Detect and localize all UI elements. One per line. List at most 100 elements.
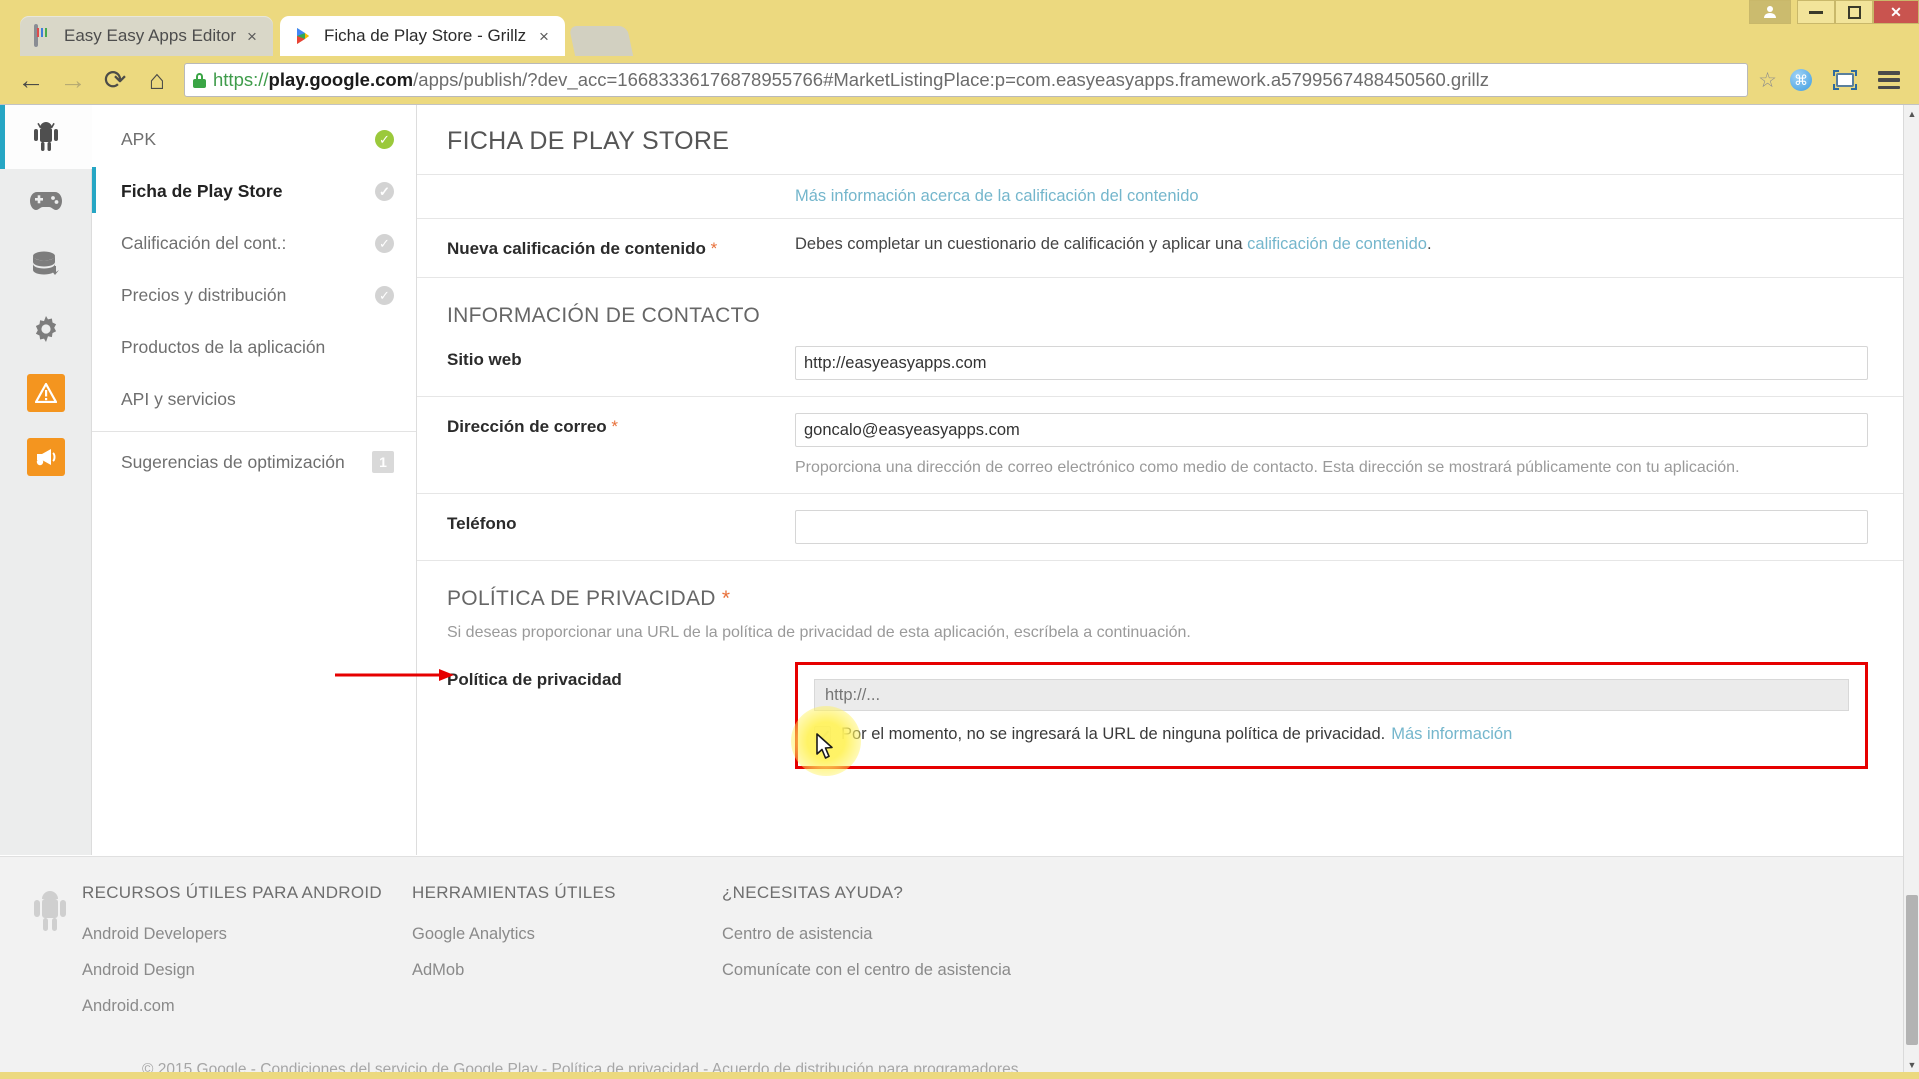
tab-title: Ficha de Play Store - Grillz [324, 26, 527, 45]
footer-link[interactable]: Android.com [82, 997, 412, 1016]
sidebar-item-label: Ficha de Play Store [121, 180, 283, 201]
label-text: Nueva calificación de contenido [447, 239, 706, 258]
forward-button[interactable]: → [52, 60, 94, 100]
privacy-description: Si deseas proporcionar una URL de la pol… [447, 624, 1191, 642]
page-scrollbar[interactable]: ▲ ▼ [1903, 105, 1919, 1072]
sidebar-item-label: Productos de la aplicación [121, 336, 326, 357]
rail-item-games[interactable] [0, 169, 92, 233]
rail-item-android[interactable] [0, 105, 92, 169]
cast-icon[interactable] [1825, 60, 1865, 100]
browser-tab-ficha-de-play-store[interactable]: Ficha de Play Store - Grillz × [280, 16, 565, 56]
contact-section-heading: INFORMACIÓN DE CONTACTO [447, 304, 760, 327]
checkbox-label: Por el momento, no se ingresará la URL d… [841, 725, 1386, 744]
minimize-button[interactable] [1797, 0, 1835, 24]
privacy-policy-highlight-box: Por el momento, no se ingresará la URL d… [791, 662, 1868, 777]
status-check-icon: ✓ [375, 181, 394, 201]
page-footer: RECURSOS ÚTILES PARA ANDROID Android Dev… [0, 856, 1903, 1072]
email-input[interactable] [795, 413, 1868, 447]
sidebar-item-label: Sugerencias de optimización [121, 451, 345, 472]
page-title: FICHA DE PLAY STORE [447, 127, 730, 155]
required-marker: * [710, 239, 718, 258]
new-tab-button[interactable] [568, 26, 634, 56]
sidebar-item-label: Calificación del cont.: [121, 232, 287, 253]
bookmark-star-icon[interactable]: ☆ [1758, 68, 1777, 93]
url-text: https://play.google.com/apps/publish/?de… [213, 69, 1489, 91]
footer-column-android-resources: RECURSOS ÚTILES PARA ANDROID Android Dev… [82, 883, 412, 1033]
status-check-icon: ✓ [375, 129, 394, 149]
scroll-down-arrow-icon[interactable]: ▼ [1904, 1056, 1919, 1072]
address-bar[interactable]: https://play.google.com/apps/publish/?de… [184, 63, 1749, 97]
database-icon [27, 246, 65, 284]
new-rating-value: Debes completar un cuestionario de calif… [795, 235, 1868, 259]
rating-text-after: . [1426, 235, 1432, 253]
sidebar-item-apk[interactable]: APK ✓ [92, 113, 416, 165]
sidebar-item-productos-de-la-aplicacion[interactable]: Productos de la aplicación [92, 321, 416, 373]
reload-button[interactable]: ⟳ [94, 60, 136, 100]
sidebar-item-label: Precios y distribución [121, 284, 287, 305]
tab-strip: Easy Easy Apps Editor × Ficha de Play St… [0, 0, 1919, 56]
footer-link[interactable]: Android Developers [82, 925, 412, 944]
suggestions-count-badge: 1 [372, 451, 394, 473]
main-content: FICHA DE PLAY STORE Más información acer… [335, 105, 1903, 855]
gear-icon [27, 310, 65, 348]
footer-link[interactable]: Centro de asistencia [722, 925, 1242, 944]
new-rating-label: Nueva calificación de contenido * [447, 235, 795, 259]
sidebar-item-sugerencias-de-optimizacion[interactable]: Sugerencias de optimización 1 [92, 436, 416, 488]
footer-column-tools: HERRAMIENTAS ÚTILES Google Analytics AdM… [412, 883, 722, 1033]
back-button[interactable]: ← [10, 60, 52, 100]
lock-icon [193, 72, 206, 88]
close-icon[interactable]: × [539, 28, 555, 45]
footer-link[interactable]: AdMob [412, 961, 722, 980]
status-check-icon: ✓ [375, 285, 394, 305]
rail-item-settings[interactable] [0, 297, 92, 361]
sidebar-item-label: API y servicios [121, 388, 236, 409]
heading-text: POLÍTICA DE PRIVACIDAD [447, 587, 716, 611]
sidebar-item-ficha-de-play-store[interactable]: Ficha de Play Store ✓ [92, 165, 416, 217]
window-bottom-edge [0, 1072, 1919, 1079]
email-hint: Proporciona una dirección de correo elec… [795, 459, 1740, 476]
nav-divider [92, 431, 416, 432]
maximize-button[interactable] [1835, 0, 1873, 24]
footer-link[interactable]: Android Design [82, 961, 412, 980]
rail-item-database[interactable] [0, 233, 92, 297]
sidebar-item-precios-y-distribucion[interactable]: Precios y distribución ✓ [92, 269, 416, 321]
browser-toolbar: ← → ⟳ ⌂ https://play.google.com/apps/pub… [0, 56, 1919, 104]
sidebar-item-api-y-servicios[interactable]: API y servicios [92, 373, 416, 425]
website-input[interactable] [795, 346, 1868, 380]
play-store-favicon [294, 26, 314, 46]
close-window-button[interactable]: ✕ [1873, 0, 1919, 24]
rating-content-link[interactable]: calificación de contenido [1247, 235, 1427, 253]
scroll-up-arrow-icon[interactable]: ▲ [1904, 105, 1919, 122]
phone-input[interactable] [795, 510, 1868, 545]
android-icon [27, 118, 65, 156]
rating-text-before: Debes completar un cuestionario de calif… [795, 235, 1248, 253]
mouse-cursor [816, 733, 833, 760]
sidebar-item-label: APK [121, 128, 157, 149]
privacy-policy-url-input[interactable] [814, 679, 1849, 712]
rating-more-info-link[interactable]: Más información acerca de la calificació… [795, 187, 1199, 205]
window-controls: ✕ [1749, 0, 1919, 24]
url-host: play.google.com [268, 69, 414, 90]
close-icon[interactable]: × [247, 28, 263, 45]
rail-item-alerts[interactable] [0, 361, 92, 425]
tab-title: Easy Easy Apps Editor [64, 26, 236, 45]
url-scheme: https:// [213, 69, 269, 90]
required-marker: * [721, 587, 731, 611]
footer-column-help: ¿NECESITAS AYUDA? Centro de asistencia C… [722, 883, 1242, 1033]
privacy-more-info-link[interactable]: Más información [1391, 725, 1512, 744]
extension-button[interactable]: ⌘ [1781, 60, 1821, 100]
phone-label: Teléfono [447, 514, 517, 534]
grid-favicon [34, 24, 54, 47]
footer-link[interactable]: Google Analytics [412, 925, 722, 944]
footer-link[interactable]: Comunícate con el centro de asistencia [722, 961, 1242, 980]
footer-heading: HERRAMIENTAS ÚTILES [412, 883, 616, 902]
empty-label [447, 187, 795, 206]
browser-tab-easy-easy-apps-editor[interactable]: Easy Easy Apps Editor × [20, 16, 273, 56]
scrollbar-thumb[interactable] [1906, 895, 1918, 1045]
menu-icon[interactable] [1869, 60, 1909, 100]
sidebar-item-calificacion-del-contenido[interactable]: Calificación del cont.: ✓ [92, 217, 416, 269]
footer-heading: ¿NECESITAS AYUDA? [722, 883, 904, 902]
home-button[interactable]: ⌂ [136, 60, 178, 100]
user-profile-icon[interactable] [1749, 0, 1791, 24]
rail-item-announcements[interactable] [0, 425, 92, 489]
